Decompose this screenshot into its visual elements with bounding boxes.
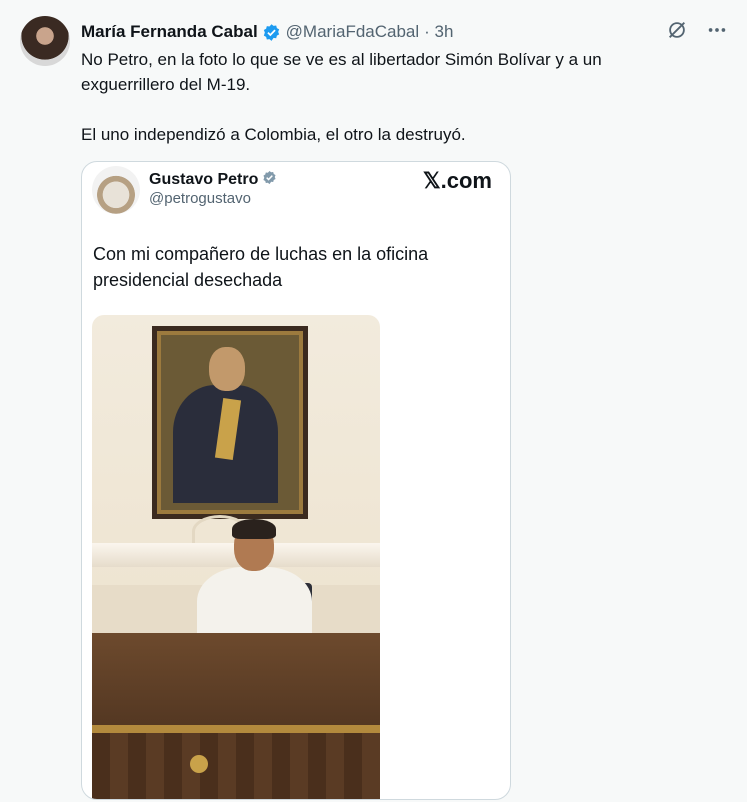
quoted-author-name: Gustavo Petro: [149, 171, 259, 188]
verified-badge-icon[interactable]: [262, 23, 281, 42]
x-brand-logo: 𝕏.com: [422, 168, 492, 193]
author-avatar[interactable]: [20, 16, 70, 66]
desk-knob: [190, 755, 208, 773]
tweet-text: No Petro, en la foto lo que se ve es al …: [81, 47, 721, 147]
quoted-text-line: presidencial desechada: [93, 270, 283, 290]
author-handle[interactable]: @MariaFdaCabal: [286, 22, 419, 42]
tweet-actions-top: [665, 18, 729, 42]
tweet-time[interactable]: · 3h: [424, 22, 453, 42]
quoted-post-image[interactable]: Gustavo Petro @petrogustavo 𝕏.com Con mi…: [81, 161, 511, 800]
man-hair: [232, 519, 276, 539]
quoted-author-header: Gustavo Petro: [149, 170, 277, 190]
quoted-text: Con mi compañero de luchas en la oficina…: [93, 241, 493, 293]
grok-icon[interactable]: [665, 18, 689, 42]
bolivar-portrait: [152, 326, 308, 519]
tweet-header: María Fernanda Cabal @MariaFdaCabal · 3h: [81, 20, 453, 44]
quoted-verified-icon: [262, 170, 277, 190]
author-name[interactable]: María Fernanda Cabal: [81, 22, 258, 42]
tweet-text-line: El uno independizó a Colombia, el otro l…: [81, 125, 466, 144]
tweet-card[interactable]: María Fernanda Cabal @MariaFdaCabal · 3h: [0, 0, 747, 802]
tweet-text-line: exguerrillero del M-19.: [81, 75, 251, 94]
desk-edge: [92, 725, 380, 733]
quoted-text-line: Con mi compañero de luchas en la oficina: [93, 244, 429, 264]
tweet-text-line: No Petro, en la foto lo que se ve es al …: [81, 50, 602, 69]
more-options-icon[interactable]: [705, 18, 729, 42]
office-photo: [92, 315, 380, 799]
quoted-author-avatar: [92, 166, 140, 214]
desk-front: [92, 733, 380, 799]
quoted-author-handle: @petrogustavo: [149, 190, 251, 207]
